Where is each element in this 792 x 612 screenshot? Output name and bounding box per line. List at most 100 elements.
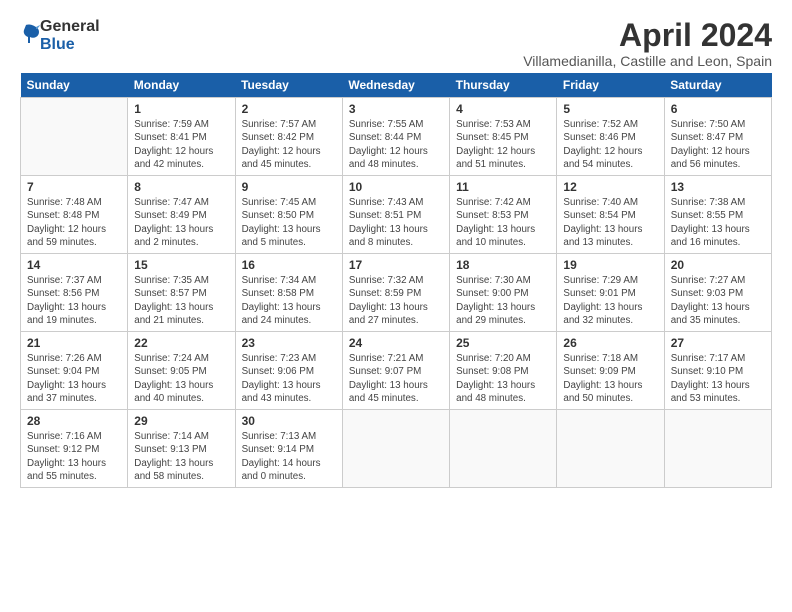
day-number: 30 [242, 414, 336, 428]
calendar-cell [557, 410, 664, 488]
title-section: April 2024 Villamedianilla, Castille and… [523, 18, 772, 69]
day-info: Sunrise: 7:43 AM Sunset: 8:51 PM Dayligh… [349, 196, 443, 249]
day-info: Sunrise: 7:55 AM Sunset: 8:44 PM Dayligh… [349, 118, 443, 171]
calendar-cell: 23 Sunrise: 7:23 AM Sunset: 9:06 PM Dayli… [235, 332, 342, 410]
calendar-cell: 16Sunrise: 7:34 AM Sunset: 8:58 PM Dayli… [235, 254, 342, 332]
week-row: 14Sunrise: 7:37 AM Sunset: 8:56 PM Dayli… [21, 254, 772, 332]
header-cell-monday: Monday [128, 73, 235, 98]
day-number: 19 [563, 258, 657, 272]
day-number: 15 [134, 258, 228, 272]
day-number: 12 [563, 180, 657, 194]
day-number: 2 [242, 102, 336, 116]
day-info: Sunrise: 7:59 AM Sunset: 8:41 PM Dayligh… [134, 118, 228, 171]
day-info: Sunrise: 7:17 AM Sunset: 9:10 PM Dayligh… [671, 352, 765, 405]
header-cell-sunday: Sunday [21, 73, 128, 98]
day-info: Sunrise: 7:38 AM Sunset: 8:55 PM Dayligh… [671, 196, 765, 249]
day-number: 26 [563, 336, 657, 350]
calendar-cell: 27Sunrise: 7:17 AM Sunset: 9:10 PM Dayli… [664, 332, 771, 410]
logo-bird-icon [22, 23, 40, 45]
day-number: 10 [349, 180, 443, 194]
calendar-cell: 6 Sunrise: 7:50 AM Sunset: 8:47 PM Daylig… [664, 98, 771, 176]
calendar-cell: 19 Sunrise: 7:29 AM Sunset: 9:01 PM Dayli… [557, 254, 664, 332]
day-number: 1 [134, 102, 228, 116]
day-info: Sunrise: 7:47 AM Sunset: 8:49 PM Dayligh… [134, 196, 228, 249]
week-row: 7 Sunrise: 7:48 AM Sunset: 8:48 PM Daylig… [21, 176, 772, 254]
day-info: Sunrise: 7:21 AM Sunset: 9:07 PM Dayligh… [349, 352, 443, 405]
header-row: SundayMondayTuesdayWednesdayThursdayFrid… [21, 73, 772, 98]
day-number: 28 [27, 414, 121, 428]
header-cell-thursday: Thursday [450, 73, 557, 98]
header: General Blue April 2024 Villamedianilla,… [20, 18, 772, 69]
calendar-cell: 17Sunrise: 7:32 AM Sunset: 8:59 PM Dayli… [342, 254, 449, 332]
day-number: 22 [134, 336, 228, 350]
day-number: 20 [671, 258, 765, 272]
calendar-cell: 15Sunrise: 7:35 AM Sunset: 8:57 PM Dayli… [128, 254, 235, 332]
main-title: April 2024 [523, 18, 772, 53]
day-info: Sunrise: 7:18 AM Sunset: 9:09 PM Dayligh… [563, 352, 657, 405]
calendar-cell: 7 Sunrise: 7:48 AM Sunset: 8:48 PM Daylig… [21, 176, 128, 254]
day-number: 18 [456, 258, 550, 272]
calendar-cell [450, 410, 557, 488]
calendar-cell: 20Sunrise: 7:27 AM Sunset: 9:03 PM Dayli… [664, 254, 771, 332]
logo: General Blue [20, 18, 100, 53]
header-cell-friday: Friday [557, 73, 664, 98]
day-number: 16 [242, 258, 336, 272]
header-cell-saturday: Saturday [664, 73, 771, 98]
calendar-cell: 29 Sunrise: 7:14 AM Sunset: 9:13 PM Dayli… [128, 410, 235, 488]
day-number: 9 [242, 180, 336, 194]
calendar-cell: 5Sunrise: 7:52 AM Sunset: 8:46 PM Daylig… [557, 98, 664, 176]
calendar-cell: 1 Sunrise: 7:59 AM Sunset: 8:41 PM Daylig… [128, 98, 235, 176]
logo-general: General [40, 18, 100, 36]
calendar-cell: 4Sunrise: 7:53 AM Sunset: 8:45 PM Daylig… [450, 98, 557, 176]
calendar-cell: 21Sunrise: 7:26 AM Sunset: 9:04 PM Dayli… [21, 332, 128, 410]
day-info: Sunrise: 7:29 AM Sunset: 9:01 PM Dayligh… [563, 274, 657, 327]
calendar-cell: 8Sunrise: 7:47 AM Sunset: 8:49 PM Daylig… [128, 176, 235, 254]
calendar-cell: 22 Sunrise: 7:24 AM Sunset: 9:05 PM Dayli… [128, 332, 235, 410]
day-info: Sunrise: 7:30 AM Sunset: 9:00 PM Dayligh… [456, 274, 550, 327]
day-number: 29 [134, 414, 228, 428]
day-number: 6 [671, 102, 765, 116]
day-number: 25 [456, 336, 550, 350]
calendar-cell: 25 Sunrise: 7:20 AM Sunset: 9:08 PM Dayli… [450, 332, 557, 410]
logo-text: General Blue [40, 18, 100, 53]
calendar-cell: 3Sunrise: 7:55 AM Sunset: 8:44 PM Daylig… [342, 98, 449, 176]
week-row: 28 Sunrise: 7:16 AM Sunset: 9:12 PM Dayli… [21, 410, 772, 488]
day-number: 14 [27, 258, 121, 272]
day-info: Sunrise: 7:24 AM Sunset: 9:05 PM Dayligh… [134, 352, 228, 405]
calendar-cell: 26 Sunrise: 7:18 AM Sunset: 9:09 PM Dayli… [557, 332, 664, 410]
day-info: Sunrise: 7:53 AM Sunset: 8:45 PM Dayligh… [456, 118, 550, 171]
day-number: 7 [27, 180, 121, 194]
subtitle: Villamedianilla, Castille and Leon, Spai… [523, 53, 772, 69]
day-info: Sunrise: 7:57 AM Sunset: 8:42 PM Dayligh… [242, 118, 336, 171]
calendar-cell: 9 Sunrise: 7:45 AM Sunset: 8:50 PM Daylig… [235, 176, 342, 254]
calendar-cell [21, 98, 128, 176]
day-info: Sunrise: 7:32 AM Sunset: 8:59 PM Dayligh… [349, 274, 443, 327]
page: General Blue April 2024 Villamedianilla,… [0, 0, 792, 498]
calendar-cell: 12 Sunrise: 7:40 AM Sunset: 8:54 PM Dayli… [557, 176, 664, 254]
calendar-table: SundayMondayTuesdayWednesdayThursdayFrid… [20, 73, 772, 488]
calendar-cell: 14Sunrise: 7:37 AM Sunset: 8:56 PM Dayli… [21, 254, 128, 332]
day-info: Sunrise: 7:42 AM Sunset: 8:53 PM Dayligh… [456, 196, 550, 249]
calendar-cell: 18 Sunrise: 7:30 AM Sunset: 9:00 PM Dayli… [450, 254, 557, 332]
day-number: 24 [349, 336, 443, 350]
logo-blue: Blue [40, 36, 100, 54]
day-info: Sunrise: 7:26 AM Sunset: 9:04 PM Dayligh… [27, 352, 121, 405]
calendar-cell [664, 410, 771, 488]
day-info: Sunrise: 7:52 AM Sunset: 8:46 PM Dayligh… [563, 118, 657, 171]
week-row: 1 Sunrise: 7:59 AM Sunset: 8:41 PM Daylig… [21, 98, 772, 176]
day-number: 23 [242, 336, 336, 350]
calendar-cell: 28 Sunrise: 7:16 AM Sunset: 9:12 PM Dayli… [21, 410, 128, 488]
calendar-cell: 30Sunrise: 7:13 AM Sunset: 9:14 PM Dayli… [235, 410, 342, 488]
day-info: Sunrise: 7:48 AM Sunset: 8:48 PM Dayligh… [27, 196, 121, 249]
day-info: Sunrise: 7:16 AM Sunset: 9:12 PM Dayligh… [27, 430, 121, 483]
calendar-cell: 11Sunrise: 7:42 AM Sunset: 8:53 PM Dayli… [450, 176, 557, 254]
day-info: Sunrise: 7:50 AM Sunset: 8:47 PM Dayligh… [671, 118, 765, 171]
day-info: Sunrise: 7:45 AM Sunset: 8:50 PM Dayligh… [242, 196, 336, 249]
calendar-cell: 2 Sunrise: 7:57 AM Sunset: 8:42 PM Daylig… [235, 98, 342, 176]
week-row: 21Sunrise: 7:26 AM Sunset: 9:04 PM Dayli… [21, 332, 772, 410]
day-info: Sunrise: 7:20 AM Sunset: 9:08 PM Dayligh… [456, 352, 550, 405]
day-info: Sunrise: 7:14 AM Sunset: 9:13 PM Dayligh… [134, 430, 228, 483]
day-info: Sunrise: 7:40 AM Sunset: 8:54 PM Dayligh… [563, 196, 657, 249]
day-info: Sunrise: 7:23 AM Sunset: 9:06 PM Dayligh… [242, 352, 336, 405]
calendar-cell: 10 Sunrise: 7:43 AM Sunset: 8:51 PM Dayli… [342, 176, 449, 254]
